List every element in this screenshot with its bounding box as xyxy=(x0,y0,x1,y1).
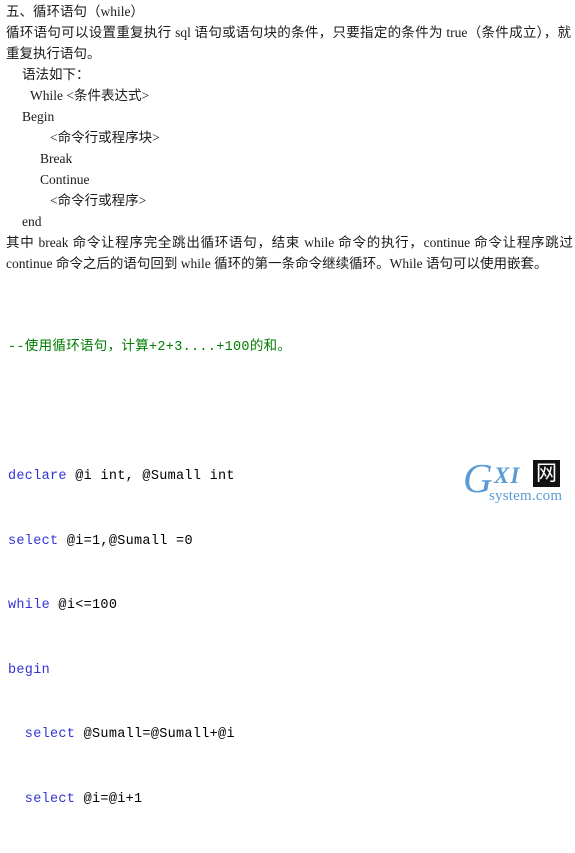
prose-section: 五、循环语句（while） 循环语句可以设置重复执行 sql 语句或语句块的条件… xyxy=(0,0,575,274)
code-keyword: select xyxy=(8,727,76,742)
code-line-select-sum: select @Sumall=@Sumall+@i xyxy=(8,724,575,746)
code-text: @i<=100 xyxy=(50,598,118,613)
code-keyword: select xyxy=(8,791,76,807)
code-comment-line: --使用循环语句，计算+2+3....+100的和。 xyxy=(8,337,575,359)
code-keyword: declare xyxy=(8,469,67,484)
code-line-begin: begin xyxy=(8,660,575,682)
syntax-line-statement: <命令行或程序> xyxy=(50,193,147,208)
code-keyword: begin xyxy=(8,662,51,678)
syntax-line-begin: Begin xyxy=(22,109,55,124)
syntax-line-continue: Continue xyxy=(40,172,90,187)
watermark: G XI 网 system.com xyxy=(461,456,571,508)
watermark-domain: system.com xyxy=(489,488,563,504)
code-text: @i=@i+1 xyxy=(75,791,143,807)
code-keyword: select xyxy=(8,533,59,549)
page-title: 五、循环语句（while） xyxy=(6,4,144,19)
code-block: --使用循环语句，计算+2+3....+100的和。 declare @i in… xyxy=(0,294,575,853)
watermark-letters-xi: XI xyxy=(494,463,521,488)
code-keyword: while xyxy=(8,598,51,613)
intro-paragraph: 循环语句可以设置重复执行 sql 语句或语句块的条件，只要指定的条件为 true… xyxy=(6,25,571,61)
explanation-paragraph: 其中 break 命令让程序完全跳出循环语句，结束 while 命令的执行，co… xyxy=(6,235,573,271)
code-line-select-init: select @i=1,@Sumall =0 xyxy=(8,531,575,553)
code-comment-text: --使用循环语句，计算+2+3....+100的和。 xyxy=(8,340,292,355)
code-line-while: while @i<=100 xyxy=(8,595,575,617)
code-text: @Sumall=@Sumall+@i xyxy=(75,727,235,742)
document-page: 五、循环语句（while） 循环语句可以设置重复执行 sql 语句或语句块的条件… xyxy=(0,0,575,807)
watermark-char-box: 网 xyxy=(533,460,560,487)
syntax-block: While <条件表达式> Begin <命令行或程序块> Break Cont… xyxy=(0,85,575,232)
syntax-line-while: While <条件表达式> xyxy=(30,88,150,103)
syntax-line-statement-block: <命令行或程序块> xyxy=(50,130,160,145)
code-line-select-incr: select @i=@i+1 xyxy=(8,789,575,811)
code-spacer-top xyxy=(0,274,575,294)
syntax-line-end: end xyxy=(22,214,42,229)
code-text: @i int, @Sumall int xyxy=(66,469,235,484)
syntax-line-break: Break xyxy=(40,151,73,166)
code-text: @i=1,@Sumall =0 xyxy=(58,533,193,549)
syntax-label: 语法如下： xyxy=(22,67,90,82)
